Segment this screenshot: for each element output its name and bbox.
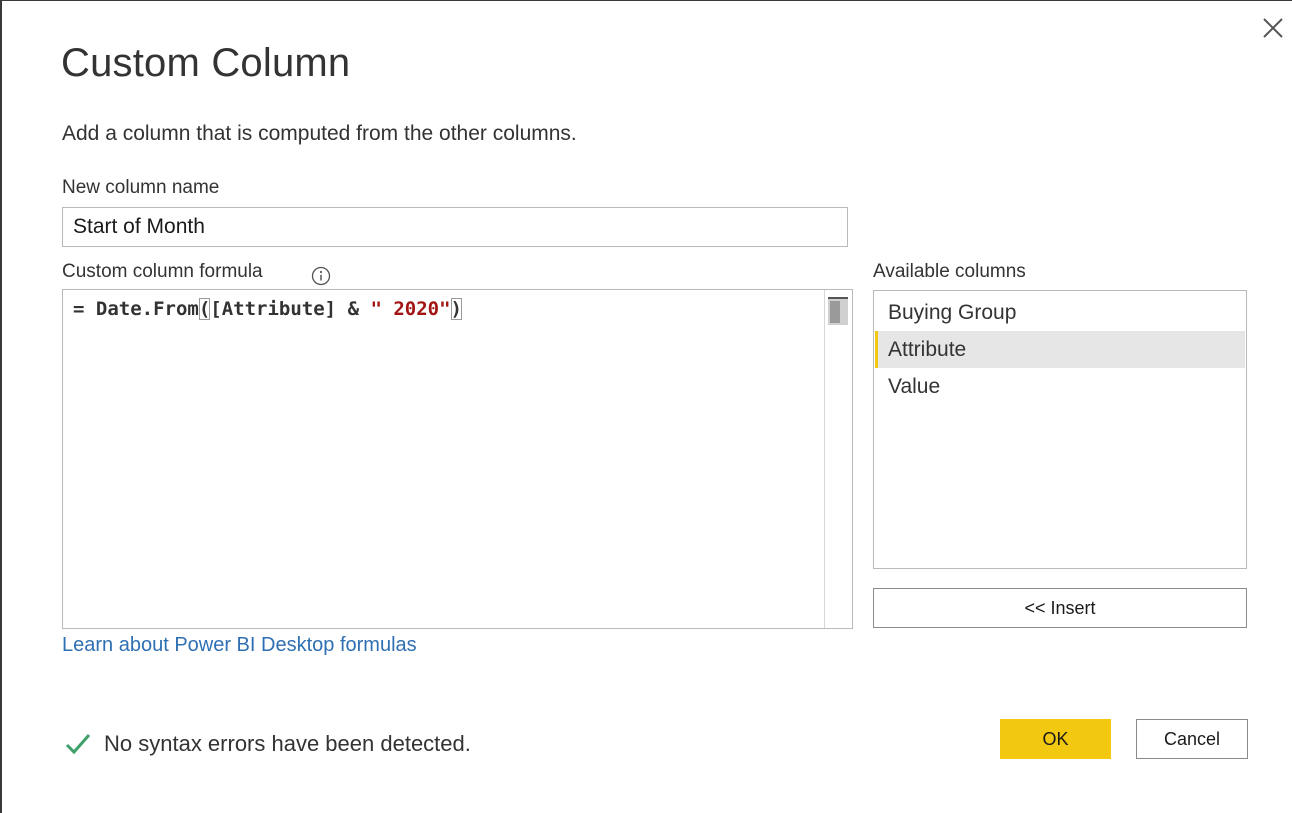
list-item-buying-group[interactable]: Buying Group bbox=[875, 294, 1245, 331]
cancel-button[interactable]: Cancel bbox=[1136, 719, 1248, 759]
new-column-name-input[interactable] bbox=[62, 207, 848, 247]
formula-close-paren: ) bbox=[450, 298, 462, 320]
formula-scrollbar[interactable] bbox=[824, 290, 852, 628]
list-item-attribute[interactable]: Attribute bbox=[875, 331, 1245, 368]
dialog-title: Custom Column bbox=[61, 41, 351, 85]
custom-column-dialog: Custom Column Add a column that is compu… bbox=[0, 0, 1292, 813]
close-button[interactable] bbox=[1260, 15, 1286, 41]
formula-string: " 2020" bbox=[370, 298, 451, 320]
list-item-value[interactable]: Value bbox=[875, 368, 1245, 405]
syntax-status-text: No syntax errors have been detected. bbox=[104, 731, 471, 756]
formula-middle: [Attribute] & bbox=[210, 298, 371, 320]
formula-editor[interactable]: = Date.From([Attribute] & " 2020") bbox=[62, 289, 853, 629]
info-icon[interactable] bbox=[311, 266, 331, 286]
dialog-subtitle: Add a column that is computed from the o… bbox=[62, 122, 577, 145]
close-icon bbox=[1263, 18, 1283, 38]
new-column-name-label: New column name bbox=[62, 177, 220, 198]
syntax-status: No syntax errors have been detected. bbox=[64, 729, 471, 759]
custom-formula-label: Custom column formula bbox=[62, 261, 263, 282]
learn-formulas-link[interactable]: Learn about Power BI Desktop formulas bbox=[62, 634, 417, 657]
available-columns-list[interactable]: Buying Group Attribute Value bbox=[873, 290, 1247, 569]
formula-open-paren: ( bbox=[198, 298, 211, 320]
check-icon bbox=[65, 734, 91, 755]
formula-scrollbar-thumb[interactable] bbox=[828, 297, 848, 325]
available-columns-label: Available columns bbox=[873, 261, 1026, 282]
formula-prefix: = Date.From bbox=[73, 298, 199, 320]
insert-button[interactable]: << Insert bbox=[873, 588, 1247, 628]
ok-button[interactable]: OK bbox=[1000, 719, 1111, 759]
formula-text[interactable]: = Date.From([Attribute] & " 2020") bbox=[73, 298, 462, 320]
